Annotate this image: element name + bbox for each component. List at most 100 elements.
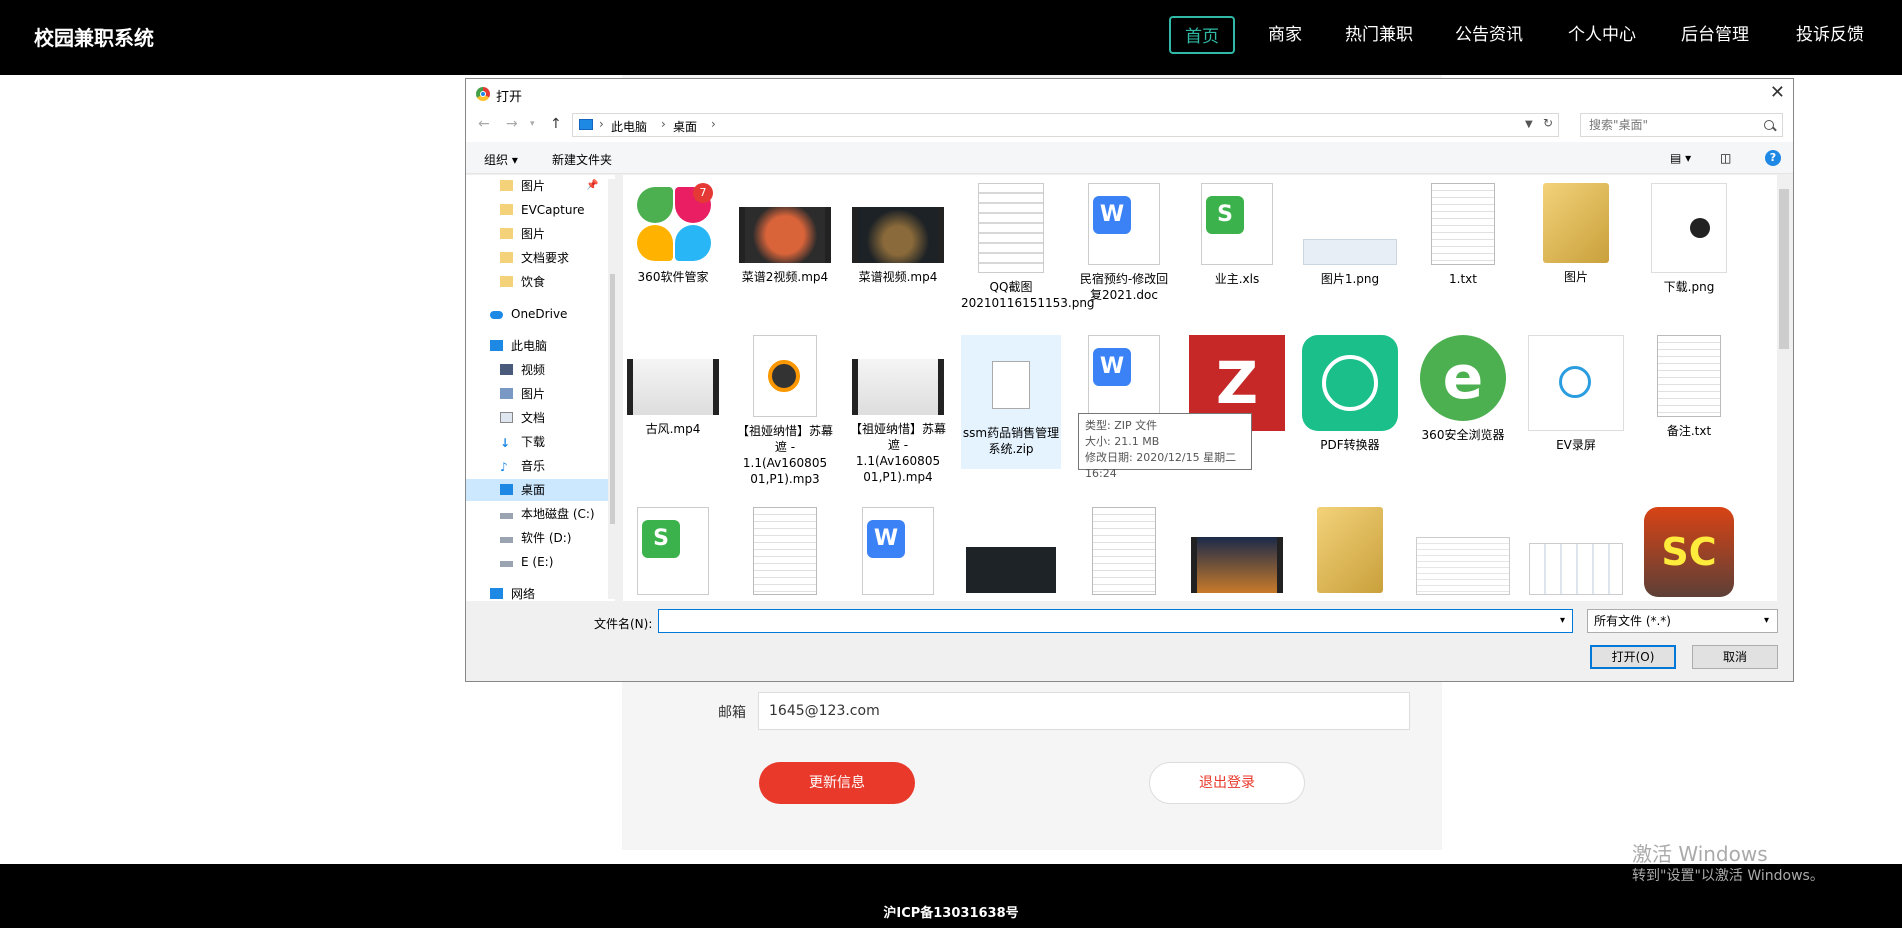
file-item[interactable] xyxy=(1074,507,1174,601)
file-item[interactable]: 古风.mp4 xyxy=(623,335,723,437)
file-item[interactable] xyxy=(961,507,1061,599)
file-name: 360安全浏览器 xyxy=(1421,428,1505,442)
help-icon[interactable]: ? xyxy=(1765,150,1781,166)
email-field[interactable]: 1645@123.com xyxy=(758,692,1410,730)
nav-feedback[interactable]: 投诉反馈 xyxy=(1796,16,1864,54)
file-item[interactable]: S xyxy=(623,507,723,601)
file-item-selected[interactable]: ssm药品销售管理系统.zip xyxy=(961,335,1061,469)
cancel-button[interactable]: 取消 xyxy=(1692,645,1778,669)
file-item[interactable]: 【祖娅纳惜】苏幕遮 - 1.1(Av160805 01,P1).mp4 xyxy=(848,335,948,485)
file-item[interactable] xyxy=(1187,507,1287,599)
forward-arrow-icon[interactable]: → xyxy=(506,116,518,132)
breadcrumb-this-pc[interactable]: 此电脑 xyxy=(611,118,647,135)
file-item[interactable]: W 民宿预约-修改回复2021.doc xyxy=(1074,183,1174,303)
sidebar-item-drive-d[interactable]: 软件 (D:) xyxy=(500,527,571,549)
nav-hot-jobs[interactable]: 热门兼职 xyxy=(1345,16,1413,54)
organize-button[interactable]: 组织 ▾ xyxy=(484,151,518,168)
new-folder-button[interactable]: 新建文件夹 xyxy=(552,151,612,168)
dialog-titlebar[interactable]: 打开 ✕ xyxy=(466,79,1793,109)
music-icon: ♪ xyxy=(500,460,508,474)
file-item[interactable]: PDF转换器 xyxy=(1300,335,1400,453)
file-item[interactable] xyxy=(1413,507,1513,601)
scrollbar-thumb[interactable] xyxy=(610,274,615,524)
sidebar-item-pictures[interactable]: 图片 xyxy=(500,223,545,245)
address-dropdown-icon[interactable]: ▼ xyxy=(1525,119,1533,130)
search-input[interactable]: 搜索"桌面" xyxy=(1580,113,1783,137)
sidebar-item-diet[interactable]: 饮食 xyxy=(500,271,545,293)
folder-icon xyxy=(500,204,513,215)
nav-announcements[interactable]: 公告资讯 xyxy=(1455,16,1523,54)
sidebar-item-desktop[interactable]: 桌面 xyxy=(466,479,608,501)
sidebar-item-pictures-pinned[interactable]: 图片 📌 xyxy=(500,175,600,197)
file-item[interactable]: W xyxy=(1074,335,1174,423)
sidebar-scrollbar[interactable] xyxy=(608,179,615,599)
sidebar-item-this-pc[interactable]: 此电脑 xyxy=(490,335,547,357)
up-arrow-icon[interactable]: ↑ xyxy=(550,116,562,132)
file-item[interactable] xyxy=(1526,507,1626,601)
address-bar[interactable]: › 此电脑 › 桌面 › ▼ ↻ xyxy=(572,113,1559,137)
file-item[interactable]: 图片1.png xyxy=(1300,183,1400,287)
breadcrumb-desktop[interactable]: 桌面 xyxy=(673,118,697,135)
sidebar-item-onedrive[interactable]: OneDrive xyxy=(490,303,567,325)
file-name: PDF转换器 xyxy=(1320,438,1380,452)
filetype-select[interactable]: 所有文件 (*.*) xyxy=(1587,609,1778,633)
filename-input[interactable] xyxy=(658,609,1573,633)
filetype-dropdown-icon[interactable]: ▾ xyxy=(1764,615,1769,626)
close-icon[interactable]: ✕ xyxy=(1770,82,1785,103)
file-item[interactable]: 图片 xyxy=(1526,183,1626,285)
file-item[interactable]: QQ截图20210116151153.png xyxy=(961,183,1095,311)
file-item[interactable]: 【祖娅纳惜】苏幕遮 - 1.1(Av160805 01,P1).mp3 xyxy=(735,335,835,487)
sidebar-item-network[interactable]: 网络 xyxy=(490,583,535,601)
email-label: 邮箱 xyxy=(718,705,746,721)
file-item[interactable] xyxy=(1300,507,1400,599)
file-list-scrollbar[interactable] xyxy=(1777,175,1791,601)
file-name: 360软件管家 xyxy=(637,270,709,284)
sidebar-item-drive-e[interactable]: E (E:) xyxy=(500,551,553,573)
sidebar-item-doc-requirements[interactable]: 文档要求 xyxy=(500,247,569,269)
nav-personal-center[interactable]: 个人中心 xyxy=(1568,16,1636,54)
refresh-icon[interactable]: ↻ xyxy=(1543,116,1553,130)
file-item[interactable]: e 360安全浏览器 xyxy=(1413,335,1513,443)
open-button[interactable]: 打开(O) xyxy=(1590,645,1676,669)
scrollbar-thumb[interactable] xyxy=(1779,189,1789,349)
file-item[interactable]: EV录屏 xyxy=(1526,335,1626,453)
file-item[interactable]: 下载.png xyxy=(1639,183,1739,295)
navigation-pane: 图片 📌 EVCapture 图片 文档要求 饮食 OneDrive 此电脑 视… xyxy=(466,175,615,601)
recent-dropdown-icon[interactable]: ▾ xyxy=(530,119,535,129)
sidebar-item-music[interactable]: ♪ 音乐 xyxy=(500,455,545,477)
tooltip-size: 21.1 MB xyxy=(1114,435,1160,448)
file-item[interactable]: SC xyxy=(1639,507,1739,601)
nav-home[interactable]: 首页 xyxy=(1169,16,1235,54)
file-item[interactable] xyxy=(735,507,835,601)
sidebar-item-videos[interactable]: 视频 xyxy=(500,359,545,381)
file-name: 菜谱视频.mp4 xyxy=(858,270,938,284)
back-arrow-icon[interactable]: ← xyxy=(478,116,490,132)
file-item[interactable]: 1.txt xyxy=(1413,183,1513,287)
notification-badge: 7 xyxy=(693,183,713,203)
file-item[interactable]: S 业主.xls xyxy=(1187,183,1287,287)
file-item[interactable]: W xyxy=(848,507,948,601)
sidebar-item-documents[interactable]: 文档 xyxy=(500,407,545,429)
site-brand[interactable]: 校园兼职系统 xyxy=(34,22,154,51)
cloud-icon xyxy=(490,311,503,319)
sidebar-item-drive-c[interactable]: 本地磁盘 (C:) xyxy=(500,503,595,525)
update-info-button[interactable]: 更新信息 xyxy=(759,762,915,804)
sidebar-item-evcapture[interactable]: EVCapture xyxy=(500,199,585,221)
filename-dropdown-icon[interactable]: ▾ xyxy=(1560,615,1565,626)
file-item[interactable]: 菜谱2视频.mp4 xyxy=(735,183,835,285)
file-item[interactable]: 菜谱视频.mp4 xyxy=(848,183,948,285)
file-name: QQ截图20210116151153.png xyxy=(961,280,1095,310)
view-options-icon[interactable]: ▤ ▾ xyxy=(1670,151,1691,165)
search-icon[interactable] xyxy=(1764,120,1774,130)
logout-button[interactable]: 退出登录 xyxy=(1149,762,1305,804)
breadcrumb-separator: › xyxy=(599,117,604,131)
nav-admin[interactable]: 后台管理 xyxy=(1681,16,1749,54)
file-name: ssm药品销售管理系统.zip xyxy=(962,426,1060,456)
sidebar-item-downloads[interactable]: ↓ 下载 xyxy=(500,431,545,453)
file-item[interactable]: 备注.txt xyxy=(1639,335,1739,439)
preview-pane-icon[interactable]: ◫ xyxy=(1720,151,1731,165)
nav-merchant[interactable]: 商家 xyxy=(1268,16,1302,54)
sidebar-item-pictures-lib[interactable]: 图片 xyxy=(500,383,545,405)
file-item[interactable]: 7 360软件管家 xyxy=(623,183,723,285)
file-name: 图片 xyxy=(1563,270,1588,284)
